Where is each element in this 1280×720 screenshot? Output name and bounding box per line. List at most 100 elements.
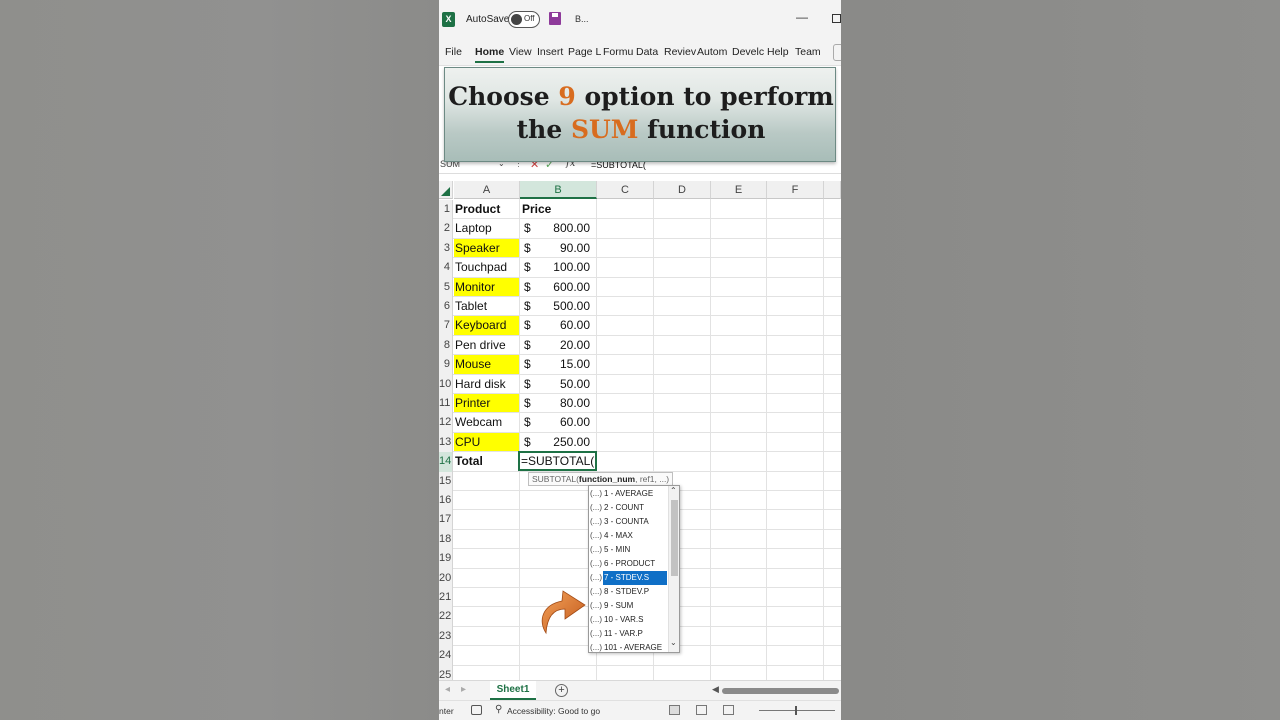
- scroll-left-icon[interactable]: ◀: [712, 684, 719, 695]
- price-cell[interactable]: $100.00: [520, 258, 596, 276]
- prev-sheet-icon[interactable]: ◂: [445, 684, 450, 695]
- row-header[interactable]: 9: [439, 355, 453, 375]
- scroll-down-icon[interactable]: ⌄: [670, 638, 677, 647]
- row-header[interactable]: 21: [439, 588, 453, 608]
- tab-home[interactable]: Home: [475, 46, 505, 63]
- dropdown-option[interactable]: (...) 2 - COUNT: [590, 501, 667, 515]
- empty-cell[interactable]: [520, 549, 596, 567]
- product-cell[interactable]: Pen drive: [454, 336, 519, 354]
- page-layout-view-icon[interactable]: [696, 705, 707, 715]
- dropdown-option[interactable]: (...) 5 - MIN: [590, 543, 667, 557]
- price-cell[interactable]: $60.00: [520, 413, 596, 431]
- row-header[interactable]: 4: [439, 258, 453, 278]
- product-cell[interactable]: CPU: [454, 432, 519, 452]
- empty-cell[interactable]: [454, 646, 519, 664]
- price-cell[interactable]: $80.00: [520, 394, 596, 412]
- empty-cell[interactable]: [520, 491, 596, 509]
- empty-cell[interactable]: [454, 569, 519, 587]
- price-cell[interactable]: $15.00: [520, 355, 596, 373]
- product-cell[interactable]: Speaker: [454, 238, 519, 258]
- price-cell[interactable]: $90.00: [520, 239, 596, 257]
- comments-icon[interactable]: [833, 44, 841, 61]
- page-break-view-icon[interactable]: [723, 705, 734, 715]
- accessibility-icon[interactable]: ⚲: [495, 704, 502, 715]
- price-cell[interactable]: $250.00: [520, 433, 596, 451]
- autosave-toggle[interactable]: Off: [508, 11, 540, 28]
- tab-team[interactable]: Team: [795, 46, 821, 58]
- row-header[interactable]: 3: [439, 238, 453, 259]
- column-header-g[interactable]: [824, 181, 841, 199]
- empty-cell[interactable]: [520, 530, 596, 548]
- empty-cell[interactable]: [454, 607, 519, 625]
- dropdown-option[interactable]: (...) 3 - COUNTA: [590, 515, 667, 529]
- product-cell[interactable]: Webcam: [454, 413, 519, 431]
- row-header[interactable]: 18: [439, 529, 453, 550]
- dropdown-option[interactable]: (...) 8 - STDEV.P: [590, 585, 667, 599]
- normal-view-icon[interactable]: [669, 705, 680, 715]
- next-sheet-icon[interactable]: ▸: [461, 684, 466, 695]
- price-cell[interactable]: $50.00: [520, 375, 596, 393]
- row-header[interactable]: 16: [439, 491, 453, 511]
- product-cell[interactable]: Laptop: [454, 219, 519, 237]
- empty-cell[interactable]: [454, 530, 519, 548]
- zoom-slider[interactable]: [759, 706, 835, 715]
- dropdown-option[interactable]: (...) 1 - AVERAGE: [590, 487, 667, 501]
- row-header[interactable]: 11: [439, 394, 453, 414]
- tab-file[interactable]: File: [445, 46, 462, 58]
- price-cell[interactable]: $20.00: [520, 336, 596, 354]
- row-header[interactable]: 20: [439, 568, 453, 588]
- row-header[interactable]: 12: [439, 413, 453, 433]
- column-header-b[interactable]: B: [520, 181, 597, 199]
- product-cell[interactable]: Hard disk: [454, 375, 519, 393]
- header-product[interactable]: Product: [454, 200, 519, 218]
- row-header[interactable]: 13: [439, 432, 453, 453]
- product-cell[interactable]: Monitor: [454, 277, 519, 296]
- product-cell[interactable]: Touchpad: [454, 258, 519, 276]
- empty-cell[interactable]: [454, 472, 519, 490]
- horizontal-scrollbar[interactable]: [722, 688, 839, 694]
- tab-developer[interactable]: Develc: [732, 46, 764, 58]
- macro-record-icon[interactable]: [471, 705, 482, 715]
- product-cell[interactable]: Tablet: [454, 297, 519, 315]
- tab-help[interactable]: Help: [767, 46, 789, 58]
- row-header[interactable]: 5: [439, 277, 453, 297]
- product-cell[interactable]: Printer: [454, 394, 519, 413]
- empty-cell[interactable]: [454, 627, 519, 645]
- dropdown-option[interactable]: (...) 9 - SUM: [590, 599, 667, 613]
- price-cell[interactable]: $500.00: [520, 297, 596, 315]
- column-header-c[interactable]: C: [597, 181, 654, 199]
- row-header[interactable]: 6: [439, 297, 453, 317]
- price-cell[interactable]: $600.00: [520, 278, 596, 296]
- maximize-button[interactable]: [832, 14, 841, 23]
- price-cell[interactable]: $60.00: [520, 316, 596, 334]
- sheet-tab-sheet1[interactable]: Sheet1: [490, 681, 536, 700]
- scroll-thumb[interactable]: [671, 500, 678, 576]
- row-header[interactable]: 8: [439, 335, 453, 356]
- empty-cell[interactable]: [520, 646, 596, 664]
- tab-page-layout[interactable]: Page L: [568, 46, 601, 58]
- row-header[interactable]: 19: [439, 549, 453, 569]
- row-header[interactable]: 17: [439, 510, 453, 530]
- select-all-corner[interactable]: [439, 181, 453, 199]
- empty-cell[interactable]: [520, 510, 596, 528]
- column-header-d[interactable]: D: [654, 181, 711, 199]
- empty-cell[interactable]: [454, 549, 519, 567]
- empty-cell[interactable]: [454, 510, 519, 528]
- row-header[interactable]: 7: [439, 316, 453, 336]
- tab-formulas[interactable]: Formu: [603, 46, 633, 58]
- row-header[interactable]: 14: [439, 452, 453, 472]
- dropdown-option[interactable]: (...) 11 - VAR.P: [590, 627, 667, 641]
- tab-view[interactable]: View: [509, 46, 532, 58]
- empty-cell[interactable]: [454, 588, 519, 606]
- empty-cell[interactable]: [454, 491, 519, 509]
- header-price-cell[interactable]: Price: [520, 200, 596, 218]
- row-header[interactable]: 1: [439, 200, 453, 220]
- active-cell-b14[interactable]: =SUBTOTAL(: [518, 451, 597, 471]
- dropdown-scrollbar[interactable]: ⌃ ⌄: [668, 486, 679, 652]
- row-header[interactable]: 15: [439, 471, 453, 491]
- accessibility-status[interactable]: Accessibility: Good to go: [507, 706, 600, 716]
- column-header-e[interactable]: E: [711, 181, 767, 199]
- row-header[interactable]: 22: [439, 607, 453, 627]
- tab-insert[interactable]: Insert: [537, 46, 563, 58]
- scroll-up-icon[interactable]: ⌃: [670, 486, 677, 495]
